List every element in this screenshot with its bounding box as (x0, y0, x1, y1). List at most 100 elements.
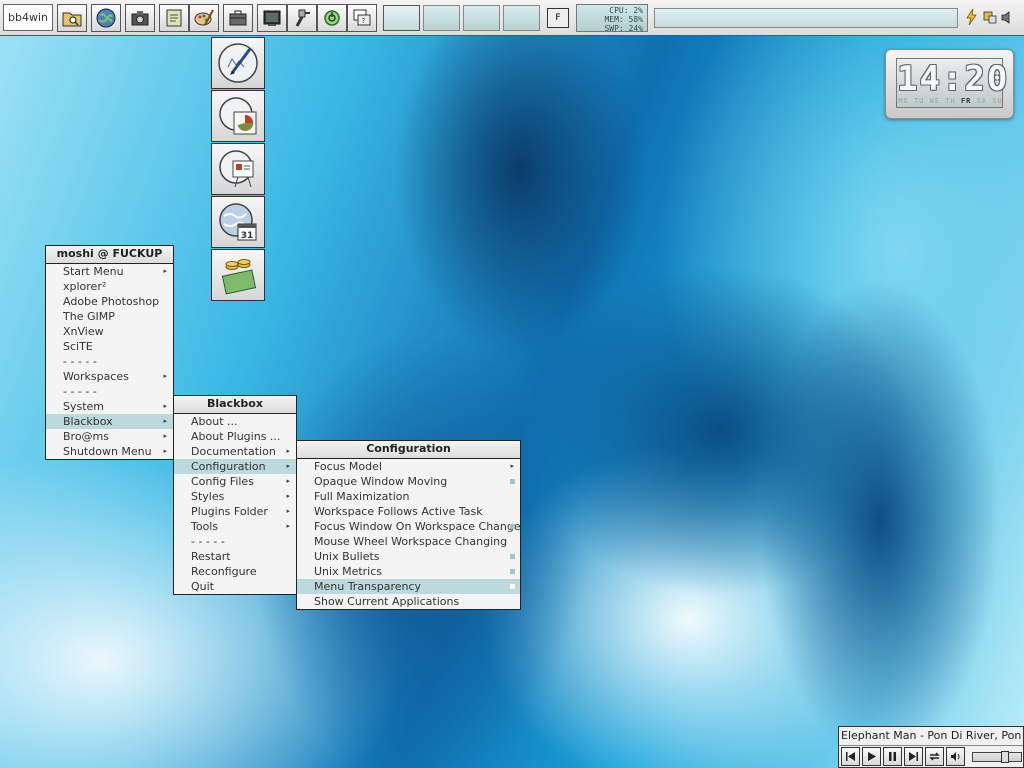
notepad-button[interactable] (159, 4, 189, 32)
checked-bullet-icon (510, 554, 515, 559)
clock-time: 14:20 (897, 59, 1010, 99)
configuration-menu-item[interactable]: Opaque Window Moving (297, 474, 520, 489)
root-menu-item[interactable]: SciTE (46, 339, 173, 354)
configuration-menu-item[interactable]: Unix Metrics (297, 564, 520, 579)
folder-search-icon (62, 12, 82, 27)
configuration-menu-item-label: Full Maximization (314, 490, 410, 503)
root-menu-item-label: xplorer² (63, 280, 107, 293)
power-button[interactable] (317, 4, 347, 32)
root-menu-item[interactable]: Workspaces ▸ (46, 369, 173, 384)
speaker-icon[interactable] (1000, 8, 1014, 26)
task-area[interactable] (654, 8, 958, 28)
configuration-menu-item[interactable]: Menu Transparency (297, 579, 520, 594)
shuffle-button[interactable] (946, 747, 965, 766)
configuration-menu-item[interactable]: Unix Bullets (297, 549, 520, 564)
next-icon (909, 752, 918, 761)
calendar-day: 31 (241, 231, 254, 241)
window-icon: ? (353, 9, 371, 26)
blackbox-menu-item[interactable]: Reconfigure (174, 564, 296, 579)
mem-readout: MEM: 58% (604, 15, 643, 24)
workspace-4[interactable] (503, 5, 540, 31)
root-menu-item-label: The GIMP (63, 310, 115, 323)
calendar-launch-button[interactable]: 31 (211, 196, 265, 248)
configuration-menu-item[interactable]: Workspace Follows Active Task (297, 504, 520, 519)
blackbox-menu-item-label: Documentation (191, 445, 276, 458)
root-menu-item[interactable]: The GIMP (46, 309, 173, 324)
toolbar-label[interactable]: bb4win (3, 4, 53, 31)
root-menu-item[interactable]: Adobe Photoshop (46, 294, 173, 309)
paint-button[interactable] (189, 4, 219, 32)
volume-slider[interactable] (972, 751, 1022, 763)
weekday-label: TH (945, 97, 961, 105)
workspace-3[interactable] (463, 5, 500, 31)
browser-button[interactable] (91, 4, 121, 32)
configuration-menu-item[interactable]: Mouse Wheel Workspace Changing (297, 534, 520, 549)
blackbox-menu-item[interactable]: About Plugins ... (174, 429, 296, 444)
lightning-icon[interactable] (964, 8, 980, 26)
configuration-menu-item[interactable]: Full Maximization (297, 489, 520, 504)
focus-toggle-button[interactable]: F (547, 8, 569, 28)
tools-icon (295, 9, 310, 27)
root-menu-item[interactable]: Bro@ms ▸ (46, 429, 173, 444)
tools-button[interactable] (287, 4, 317, 32)
play-button[interactable] (862, 747, 881, 766)
root-menu-item[interactable]: Shutdown Menu ▸ (46, 444, 173, 459)
blackbox-menu-item[interactable]: Restart (174, 549, 296, 564)
writer-launch-button[interactable] (211, 37, 265, 89)
submenu-arrow-icon: ▸ (286, 522, 290, 530)
globe-calendar-icon: 31 (219, 203, 257, 241)
volume-knob[interactable] (1001, 751, 1009, 763)
presentation-launch-button[interactable] (211, 90, 265, 142)
submenu-arrow-icon: ▸ (163, 432, 167, 440)
blackbox-menu-item[interactable]: Tools ▸ (174, 519, 296, 534)
network-icon[interactable] (982, 8, 998, 26)
terminal-button[interactable] (257, 4, 287, 32)
finance-launch-button[interactable] (211, 249, 265, 301)
blackbox-menu-item[interactable]: Config Files ▸ (174, 474, 296, 489)
root-menu-item-label: SciTE (63, 340, 93, 353)
root-menu-item[interactable]: System ▸ (46, 399, 173, 414)
configuration-menu-item[interactable]: Focus Model ▸ (297, 459, 520, 474)
camera-icon (131, 11, 149, 26)
root-menu-item[interactable]: XnView (46, 324, 173, 339)
vertical-launcher: 31 (211, 37, 265, 302)
previous-button[interactable] (841, 747, 860, 766)
blackbox-menu-item[interactable]: About ... (174, 414, 296, 429)
next-button[interactable] (904, 747, 923, 766)
root-menu-item-label: - - - - - (63, 385, 97, 398)
root-menu: moshi @ FUCKUP Start Menu ▸ xplorer² Adobe … (45, 245, 174, 460)
blackbox-menu-item[interactable]: Styles ▸ (174, 489, 296, 504)
workspace-2[interactable] (423, 5, 460, 31)
folder-search-button[interactable] (57, 4, 87, 32)
configuration-menu-item[interactable]: Show Current Applications (297, 594, 520, 609)
weekday-label: TU (913, 97, 930, 105)
root-menu-item-label: Shutdown Menu (63, 445, 152, 458)
blackbox-menu-item[interactable]: Configuration ▸ (174, 459, 296, 474)
root-menu-item[interactable]: Blackbox ▸ (46, 414, 173, 429)
clock-weekdays: MO TU WE TH FR SA SU (897, 97, 1004, 105)
blackbox-menu-item[interactable]: Quit (174, 579, 296, 594)
system-monitor: CPU: 2% MEM: 58% SWP: 24% (576, 4, 648, 33)
slideshow-launch-button[interactable] (211, 143, 265, 195)
window-button[interactable]: ? (347, 4, 377, 32)
pause-button[interactable] (883, 747, 902, 766)
repeat-button[interactable] (925, 747, 944, 766)
blackbox-menu-item-label: - - - - - (191, 535, 225, 548)
blackbox-menu-item-label: Reconfigure (191, 565, 257, 578)
blackbox-menu-item[interactable]: Documentation ▸ (174, 444, 296, 459)
configuration-menu-item-label: Focus Model (314, 460, 382, 473)
submenu-arrow-icon: ▸ (286, 477, 290, 485)
root-menu-item[interactable]: Start Menu ▸ (46, 264, 173, 279)
root-menu-item: - - - - - (46, 384, 173, 399)
submenu-arrow-icon: ▸ (163, 417, 167, 425)
camera-button[interactable] (125, 4, 155, 32)
now-playing-title: Elephant Man - Pon Di River, Pon Di Bank (839, 727, 1023, 746)
root-menu-item-label: Workspaces (63, 370, 129, 383)
workspace-1[interactable] (383, 5, 420, 31)
configuration-menu: Configuration Focus Model ▸ Opaque Window … (296, 440, 521, 610)
root-menu-item[interactable]: xplorer² (46, 279, 173, 294)
configuration-menu-item[interactable]: Focus Window On Workspace Change (297, 519, 521, 534)
blackbox-menu-item[interactable]: Plugins Folder ▸ (174, 504, 296, 519)
briefcase-button[interactable] (223, 4, 253, 32)
root-menu-title: moshi @ FUCKUP (46, 246, 173, 264)
